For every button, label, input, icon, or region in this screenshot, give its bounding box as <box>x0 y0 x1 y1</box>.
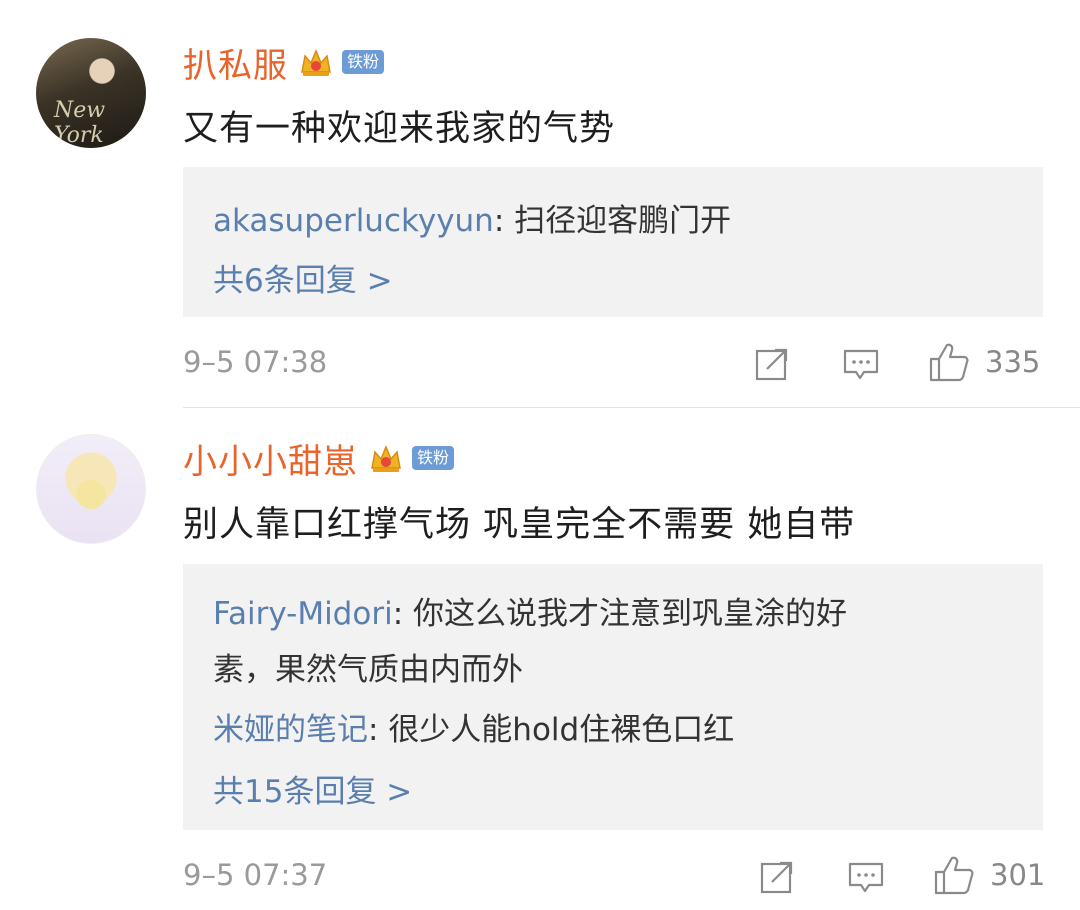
reply-separator: : <box>368 712 389 748</box>
like-count: 335 <box>985 345 1041 379</box>
comment-item: New York 扒私服 铁粉 又有一种欢迎来我家的气势 akasuperluc… <box>0 0 1080 405</box>
like-count: 301 <box>990 858 1046 892</box>
thumbs-up-icon[interactable] <box>928 341 970 383</box>
reply-text: 很少人能hold住裸色口红 <box>388 712 735 748</box>
thumbs-up-icon[interactable] <box>933 854 975 896</box>
reply-username[interactable]: 米娅的笔记 <box>213 712 368 748</box>
comment-icon[interactable] <box>847 858 885 896</box>
comment-time: 9–5 07:38 <box>183 345 328 379</box>
comment-item: 小小小甜崽 铁粉 别人靠口红撑气场 巩皇完全不需要 她自带 Fairy-Mido… <box>0 408 1080 910</box>
avatar-logo-text: New York <box>54 98 106 148</box>
reply-separator: : <box>392 596 414 632</box>
comment-text: 别人靠口红撑气场 巩皇完全不需要 她自带 <box>183 505 856 545</box>
reply-line: Fairy-Midori: 你这么说我才注意到巩皇涂的好 <box>213 588 847 633</box>
reply-line: akasuperluckyyun: 扫径迎客鹏门开 <box>213 195 731 240</box>
username[interactable]: 小小小甜崽 <box>183 434 358 483</box>
share-icon[interactable] <box>753 345 791 383</box>
reply-separator: : <box>493 203 515 239</box>
crown-icon <box>298 44 334 80</box>
username[interactable]: 扒私服 <box>183 38 288 87</box>
comment-text: 又有一种欢迎来我家的气势 <box>183 109 616 149</box>
reply-box[interactable]: Fairy-Midori: 你这么说我才注意到巩皇涂的好 素，果然气质由内而外 … <box>183 564 1043 830</box>
reply-line: 米娅的笔记: 很少人能hold住裸色口红 <box>213 704 734 749</box>
reply-username[interactable]: akasuperluckyyun <box>213 203 494 239</box>
crown-icon <box>368 440 404 476</box>
avatar[interactable] <box>36 434 146 544</box>
comment-time: 9–5 07:37 <box>183 858 328 892</box>
reply-box[interactable]: akasuperluckyyun: 扫径迎客鹏门开 共6条回复 > <box>183 167 1043 317</box>
username-row: 扒私服 铁粉 <box>183 38 385 87</box>
reply-text: 你这么说我才注意到巩皇涂的好 <box>413 596 848 632</box>
avatar[interactable]: New York <box>36 38 146 148</box>
more-replies-link[interactable]: 共15条回复 > <box>213 766 412 811</box>
reply-text: 扫径迎客鹏门开 <box>514 203 732 239</box>
reply-line-continued: 素，果然气质由内而外 <box>213 652 523 688</box>
fan-badge: 铁粉 <box>342 50 385 74</box>
share-icon[interactable] <box>758 858 796 896</box>
more-replies-link[interactable]: 共6条回复 > <box>213 255 393 300</box>
reply-username[interactable]: Fairy-Midori <box>213 596 393 632</box>
fan-badge: 铁粉 <box>412 446 455 470</box>
username-row: 小小小甜崽 铁粉 <box>183 434 455 483</box>
comment-icon[interactable] <box>842 345 880 383</box>
